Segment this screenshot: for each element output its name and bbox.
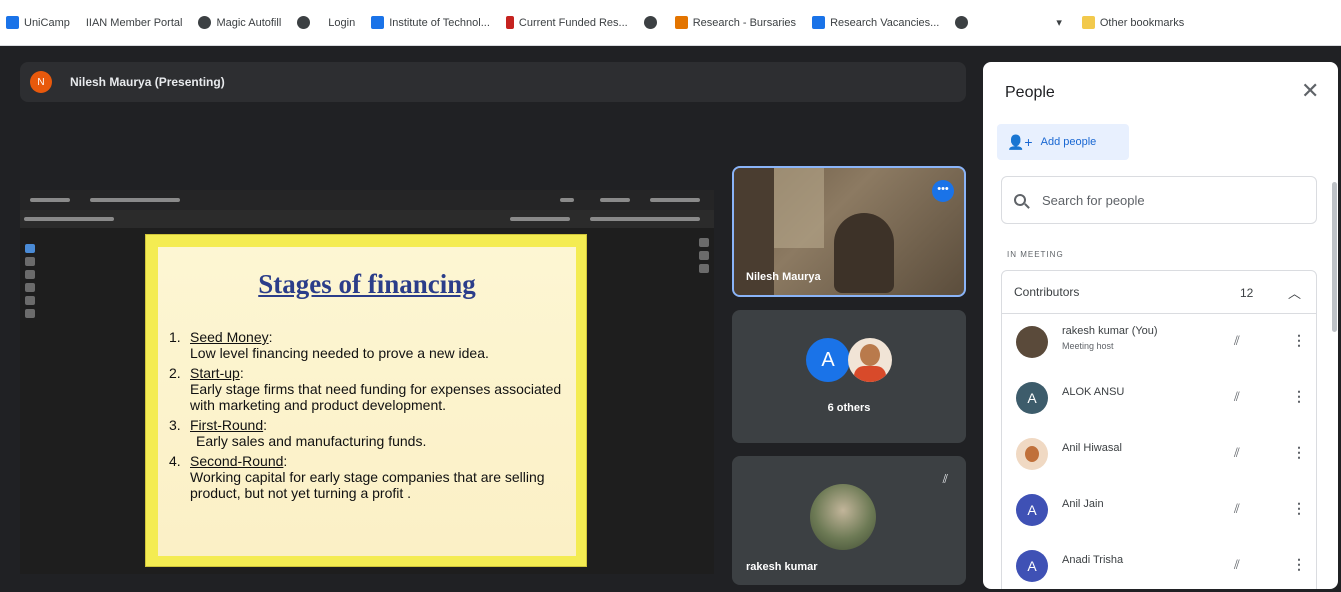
bookmarks-bar: UniCamp IIAN Member Portal Magic Autofil… xyxy=(0,0,1341,46)
list-item[interactable]: A Anadi Trisha ⫽ ⋮ xyxy=(1002,538,1316,589)
list-item: 1. Seed Money: xyxy=(169,329,273,345)
list-item: 3. First-Round: xyxy=(169,417,268,433)
list-item[interactable]: A ALOK ANSU ⫽ ⋮ xyxy=(1002,370,1316,426)
bookmark-iian[interactable]: IIAN Member Portal xyxy=(86,17,183,29)
avatar xyxy=(1016,438,1048,470)
presenter-avatar: N xyxy=(30,71,52,93)
list-item[interactable]: A Anil Jain ⫽ ⋮ xyxy=(1002,482,1316,538)
slide-list: 1. Seed Money: Low level financing needed… xyxy=(169,329,569,505)
panel-title: People xyxy=(1005,84,1055,101)
presenter-label: Nilesh Maurya (Presenting) xyxy=(70,75,225,89)
list-item[interactable]: Anil Hiwasal ⫽ ⋮ xyxy=(1002,426,1316,482)
bookmark-icon xyxy=(371,16,385,29)
avatar xyxy=(1016,326,1048,358)
chevron-down-icon[interactable]: ▾ xyxy=(1056,16,1062,29)
list-item: 2. Start-up: xyxy=(169,365,244,381)
left-tool-rail xyxy=(22,240,38,370)
participant-tile-self[interactable]: ⫽ rakesh kumar xyxy=(732,456,966,585)
chevron-up-icon[interactable]: ︿ xyxy=(1288,283,1301,302)
bookmark-vacancies[interactable]: Research Vacancies... xyxy=(812,16,939,29)
avatar xyxy=(848,338,892,382)
slide-title: Stages of financing xyxy=(258,269,476,299)
bookmark-institute[interactable]: Institute of Technol... xyxy=(371,16,490,29)
globe-icon[interactable] xyxy=(955,16,969,29)
mic-off-icon: ⫽ xyxy=(942,472,948,486)
scrollbar[interactable] xyxy=(1332,182,1337,332)
avatar xyxy=(810,484,876,550)
globe-icon xyxy=(198,16,212,29)
bookmark-icon xyxy=(6,16,19,29)
more-vert-icon[interactable]: ⋮ xyxy=(1292,332,1306,349)
add-person-icon: 👤+ xyxy=(1007,133,1033,150)
mic-off-icon: ⫽ xyxy=(1234,389,1240,404)
section-label: IN MEETING xyxy=(1007,250,1064,259)
mic-off-icon: ⫽ xyxy=(1234,557,1240,572)
tile-name: rakesh kumar xyxy=(746,561,818,573)
presenter-bar: N Nilesh Maurya (Presenting) xyxy=(20,62,966,102)
contributors-header[interactable]: Contributors 12 ︿ xyxy=(1001,270,1317,314)
bookmark-login[interactable]: Login xyxy=(328,17,355,29)
bookmark-icon xyxy=(505,16,514,29)
more-vert-icon[interactable]: ⋮ xyxy=(1292,556,1306,573)
avatar: A xyxy=(1016,382,1048,414)
participant-tile-presenter[interactable]: ••• Nilesh Maurya xyxy=(732,166,966,297)
more-options-icon[interactable]: ••• xyxy=(932,180,954,202)
slide: Stages of financing 1. Seed Money: Low le… xyxy=(145,234,587,567)
avatar: A xyxy=(1016,550,1048,582)
bookmark-unicamp[interactable]: UniCamp xyxy=(6,16,70,29)
slide-body: Stages of financing 1. Seed Money: Low le… xyxy=(158,247,576,556)
bookmark-icon xyxy=(674,16,688,29)
bookmark-bursaries[interactable]: Research - Bursaries xyxy=(674,16,796,29)
add-people-button[interactable]: 👤+ Add people xyxy=(997,124,1129,160)
more-vert-icon[interactable]: ⋮ xyxy=(1292,444,1306,461)
shared-toolbar xyxy=(20,210,714,228)
participant-tile-others[interactable]: A 6 others xyxy=(732,310,966,443)
bookmark-funded-research[interactable]: Current Funded Res... xyxy=(505,16,628,29)
list-item[interactable]: rakesh kumar (You) Meeting host ⫽ ⋮ xyxy=(1002,314,1316,370)
folder-icon xyxy=(1081,16,1095,29)
contributors-count: 12 xyxy=(1240,286,1254,300)
more-vert-icon[interactable]: ⋮ xyxy=(1292,388,1306,405)
video-feed xyxy=(834,213,894,293)
mic-off-icon: ⫽ xyxy=(1234,501,1240,516)
more-vert-icon[interactable]: ⋮ xyxy=(1292,500,1306,517)
avatar: A xyxy=(806,338,850,382)
shared-tab-bar xyxy=(20,190,714,210)
right-tool-rail xyxy=(696,234,712,564)
search-icon xyxy=(1014,194,1026,206)
avatar: A xyxy=(1016,494,1048,526)
others-count: 6 others xyxy=(827,402,871,414)
bookmark-icon xyxy=(812,16,826,29)
shared-screen: Stages of financing 1. Seed Money: Low le… xyxy=(20,190,714,574)
bookmark-other[interactable]: Other bookmarks xyxy=(1081,16,1184,29)
close-icon[interactable]: ✕ xyxy=(1301,80,1319,102)
people-panel: People ✕ 👤+ Add people Search for people… xyxy=(983,62,1338,589)
tile-name: Nilesh Maurya xyxy=(746,271,821,283)
list-item: 4. Second-Round: xyxy=(169,453,288,469)
mic-off-icon: ⫽ xyxy=(1234,445,1240,460)
globe-icon[interactable] xyxy=(297,16,311,29)
bookmark-magic-autofill[interactable]: Magic Autofill xyxy=(198,16,281,29)
search-input[interactable]: Search for people xyxy=(1001,176,1317,224)
globe-icon[interactable] xyxy=(643,16,657,29)
mic-off-icon: ⫽ xyxy=(1234,333,1240,348)
participant-list: rakesh kumar (You) Meeting host ⫽ ⋮ A AL… xyxy=(1001,314,1317,589)
